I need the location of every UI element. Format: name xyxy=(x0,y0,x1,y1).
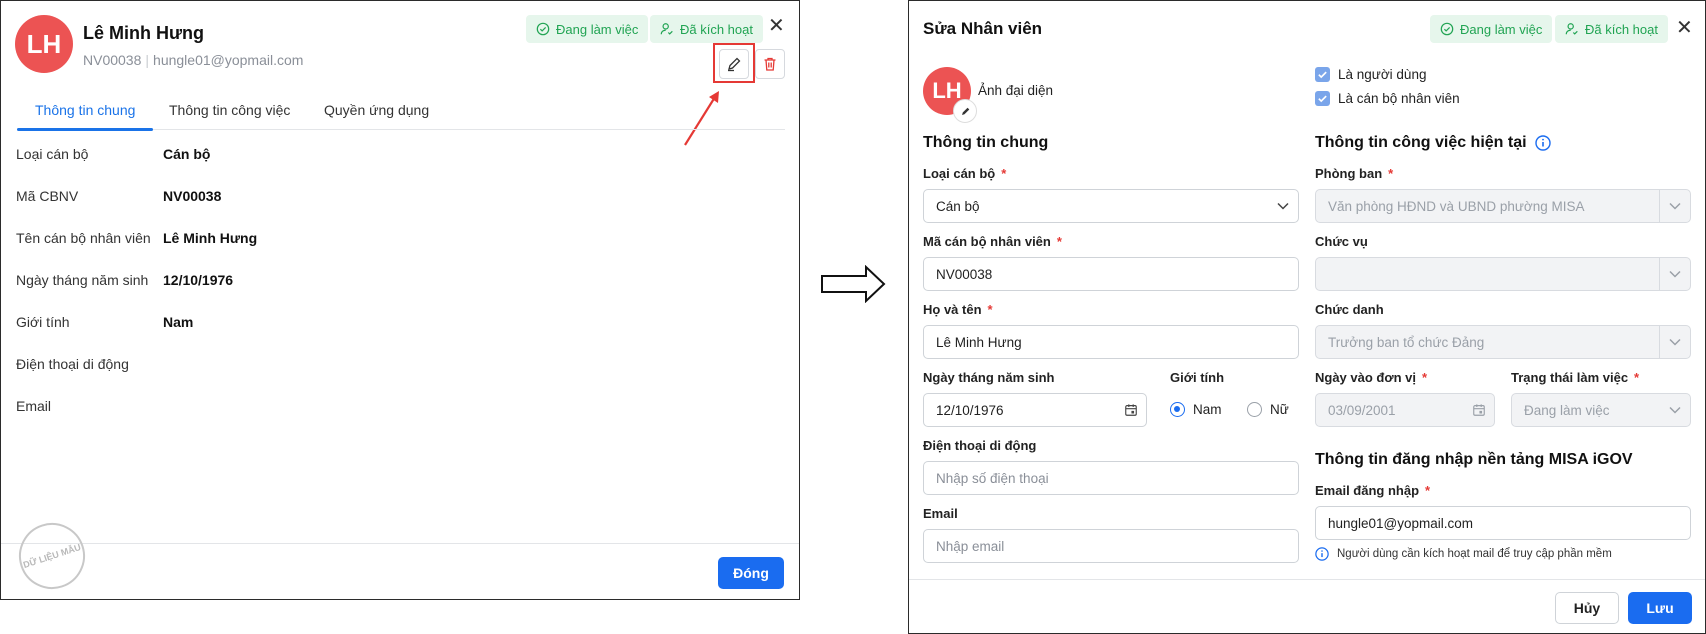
close-icon[interactable]: ✕ xyxy=(1676,18,1693,38)
cancel-button[interactable]: Hủy xyxy=(1555,592,1619,624)
pencil-icon xyxy=(961,107,969,115)
avatar: LH xyxy=(15,15,73,73)
login-email-note: Người dùng cần kích hoạt mail để truy cậ… xyxy=(1315,547,1612,561)
active-tab-indicator xyxy=(17,128,153,131)
calendar-icon[interactable] xyxy=(1116,394,1146,426)
chevron-down-icon xyxy=(1659,326,1690,358)
check-circle-icon xyxy=(536,22,550,36)
chevron-down-icon xyxy=(1660,394,1690,426)
status-badge-working: Đang làm việc xyxy=(1430,15,1553,43)
fullname-label: Họ và tên * xyxy=(923,302,993,317)
info-icon xyxy=(1315,547,1329,561)
phone-input[interactable]: Nhập số điện thoại xyxy=(923,461,1299,495)
save-button[interactable]: Lưu xyxy=(1628,592,1692,624)
user-check-icon xyxy=(660,23,673,35)
dob-label: Ngày tháng năm sinh xyxy=(923,370,1055,385)
gender-radio-male[interactable]: Nam xyxy=(1170,402,1222,417)
close-button[interactable]: Đóng xyxy=(718,557,784,589)
gender-radio-female[interactable]: Nữ xyxy=(1247,402,1289,417)
arrow-right-icon xyxy=(821,265,886,303)
tab-general-info[interactable]: Thông tin chung xyxy=(35,102,135,118)
jobtitle-select[interactable]: Trưởng ban tổ chức Đảng xyxy=(1315,325,1691,359)
avatar-label: Ảnh đại diện xyxy=(978,83,1054,98)
footer-divider xyxy=(909,579,1705,580)
edit-employee-dialog: Sửa Nhân viên Đang làm việc Đã kích hoạt… xyxy=(908,0,1706,634)
employee-code: NV00038 xyxy=(83,52,142,68)
checkmark-icon xyxy=(1318,71,1327,79)
jobtitle-label: Chức danh xyxy=(1315,302,1384,317)
dob-input[interactable]: 12/10/1976 xyxy=(923,393,1147,427)
employee-name: Lê Minh Hưng xyxy=(83,23,205,43)
dialog-title: Sửa Nhân viên xyxy=(923,19,1043,38)
login-email-input[interactable]: hungle01@yopmail.com xyxy=(1315,506,1691,540)
status-badge-activated: Đã kích hoạt xyxy=(1555,15,1668,43)
section-login-title: Thông tin đăng nhập nền tảng MISA iGOV xyxy=(1315,451,1633,468)
user-check-icon xyxy=(1565,23,1578,35)
section-job-title: Thông tin công việc hiện tại xyxy=(1315,134,1551,152)
edit-button[interactable] xyxy=(719,49,749,79)
chevron-down-icon xyxy=(1659,190,1690,222)
employee-subtitle: NV00038 | hungle01@yopmail.com xyxy=(83,52,304,68)
pencil-icon xyxy=(728,57,741,72)
position-label: Chức vụ xyxy=(1315,234,1368,249)
chevron-down-icon xyxy=(1659,258,1690,290)
join-date-label: Ngày vào đơn vị * xyxy=(1315,370,1428,385)
dept-select[interactable]: Văn phòng HĐND và UBND phường MISA xyxy=(1315,189,1691,223)
phone-label: Điện thoại di động xyxy=(923,438,1037,453)
status-badge-activated: Đã kích hoạt xyxy=(650,15,763,43)
checkbox-is-staff[interactable]: Là cán bộ nhân viên xyxy=(1315,91,1460,106)
dept-label: Phòng ban * xyxy=(1315,166,1394,181)
gender-label: Giới tính xyxy=(1170,370,1225,385)
employee-email: hungle01@yopmail.com xyxy=(153,52,304,68)
avatar-edit-button[interactable] xyxy=(953,99,977,123)
section-general-title: Thông tin chung xyxy=(923,134,1049,151)
work-status-label: Trạng thái làm việc * xyxy=(1511,370,1640,385)
tab-app-permissions[interactable]: Quyền ứng dụng xyxy=(324,102,429,118)
employee-detail-panel: LH Lê Minh Hưng NV00038 | hungle01@yopmail… xyxy=(0,0,800,600)
join-date-input[interactable]: 03/09/2001 xyxy=(1315,393,1495,427)
work-status-select[interactable]: Đang làm việc xyxy=(1511,393,1691,427)
staff-type-select[interactable]: Cán bộ xyxy=(923,189,1299,223)
tab-job-info[interactable]: Thông tin công việc xyxy=(169,102,290,118)
status-badge-working: Đang làm việc xyxy=(526,15,649,43)
fullname-input[interactable]: Lê Minh Hưng xyxy=(923,325,1299,359)
login-email-label: Email đăng nhập * xyxy=(1315,483,1431,498)
check-circle-icon xyxy=(1440,22,1454,36)
info-icon[interactable] xyxy=(1534,135,1551,151)
trash-icon xyxy=(764,57,776,71)
code-label: Mã cán bộ nhân viên * xyxy=(923,234,1062,249)
close-icon[interactable]: ✕ xyxy=(768,16,785,36)
position-select[interactable] xyxy=(1315,257,1691,291)
email-input[interactable]: Nhập email xyxy=(923,529,1299,563)
calendar-icon xyxy=(1464,394,1494,426)
code-input[interactable]: NV00038 xyxy=(923,257,1299,291)
footer-divider xyxy=(1,543,799,544)
checkmark-icon xyxy=(1318,95,1327,103)
chevron-down-icon xyxy=(1268,190,1298,222)
sample-data-stamp: DỮ LIỆU MẪU xyxy=(10,514,94,598)
delete-button[interactable] xyxy=(755,49,785,79)
tab-bar: Thông tin chung Thông tin công việc Quyề… xyxy=(17,99,785,131)
email-label: Email xyxy=(923,506,958,521)
staff-type-label: Loại cán bộ * xyxy=(923,166,1007,181)
checkbox-is-user[interactable]: Là người dùng xyxy=(1315,67,1426,82)
